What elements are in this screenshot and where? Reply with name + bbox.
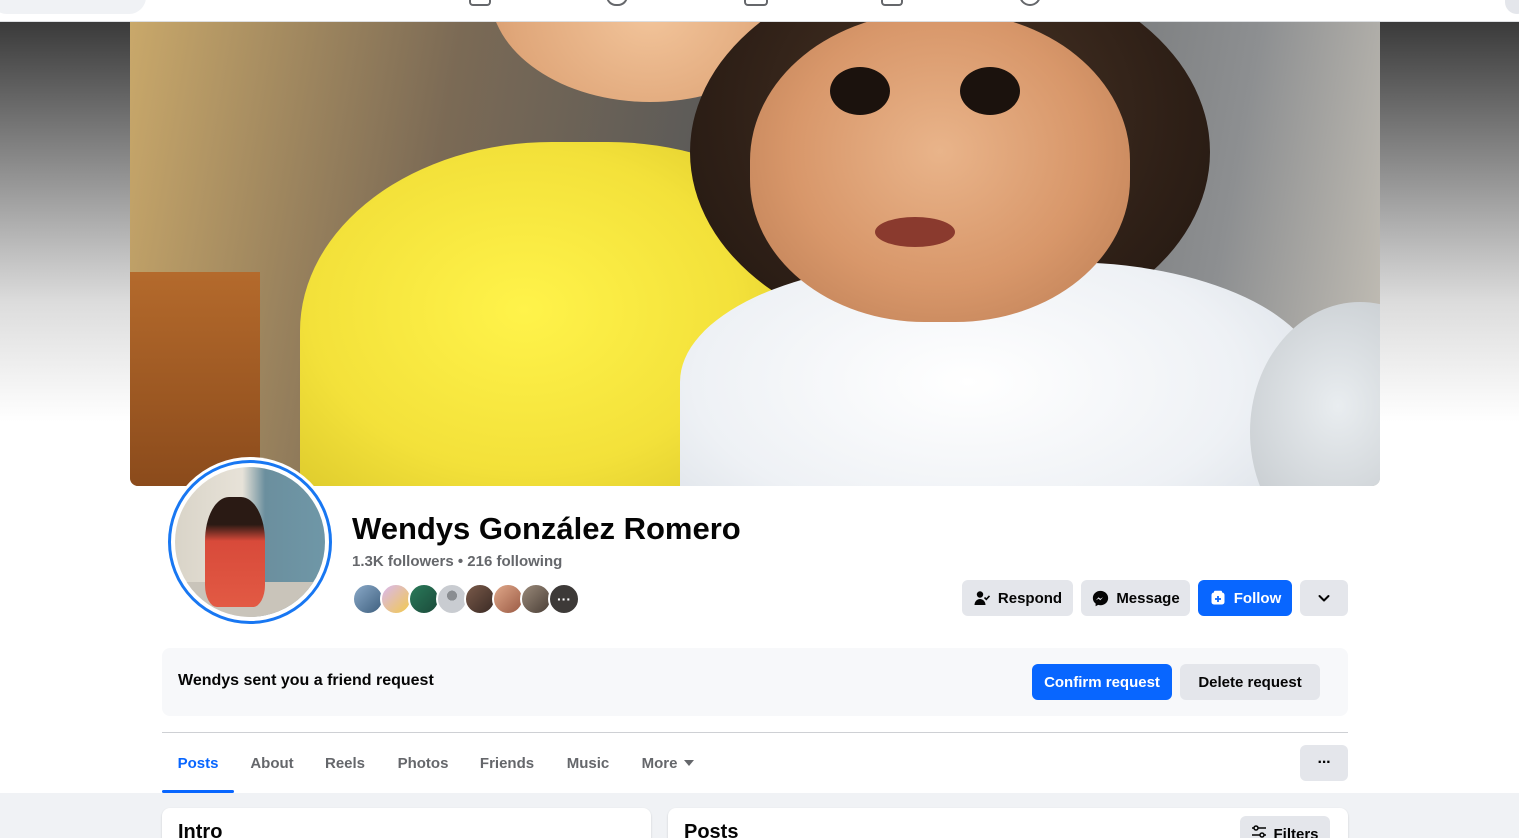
home-icon[interactable]: [469, 0, 491, 6]
more-mutual-friends[interactable]: ···: [548, 583, 580, 615]
cover-photo[interactable]: [130, 22, 1380, 486]
delete-request-label: Delete request: [1198, 673, 1302, 691]
tab-label: Friends: [479, 754, 535, 772]
confirm-request-label: Confirm request: [1044, 673, 1160, 691]
tab-label: Posts: [177, 754, 219, 772]
respond-button[interactable]: Respond: [962, 580, 1073, 616]
more-options-button[interactable]: ···: [1300, 745, 1348, 781]
message-label: Message: [1116, 589, 1180, 607]
messenger-icon: [1091, 589, 1109, 607]
tab-label: Photos: [397, 754, 449, 772]
profile-picture[interactable]: [165, 457, 335, 627]
menu-button[interactable]: [1505, 0, 1519, 14]
video-icon[interactable]: [744, 0, 768, 6]
top-navigation-bar: [0, 0, 1519, 22]
tab-posts[interactable]: Posts: [162, 733, 234, 793]
person-check-icon: [973, 589, 991, 607]
filters-label: Filters: [1273, 825, 1319, 838]
profile-dropdown-button[interactable]: [1300, 580, 1348, 616]
posts-card: Posts Filters: [668, 808, 1348, 838]
tab-label: Music: [566, 754, 610, 772]
intro-title: Intro: [178, 821, 223, 838]
caret-down-icon: [684, 760, 695, 766]
intro-card: Intro: [162, 808, 651, 838]
tab-reels[interactable]: Reels: [312, 733, 378, 793]
tab-about[interactable]: About: [238, 733, 306, 793]
tab-label: Reels: [324, 754, 366, 772]
follow-label: Follow: [1233, 589, 1282, 607]
marketplace-icon[interactable]: [881, 0, 903, 6]
avatar: [175, 467, 325, 617]
friend-request-text: Wendys sent you a friend request: [178, 672, 434, 689]
search-box[interactable]: [0, 0, 146, 14]
filters-button[interactable]: Filters: [1240, 816, 1330, 838]
respond-label: Respond: [997, 589, 1063, 607]
tab-label: More: [641, 754, 678, 772]
follow-icon: [1209, 589, 1227, 607]
friends-icon[interactable]: [606, 0, 628, 6]
tab-friends[interactable]: Friends: [466, 733, 548, 793]
groups-icon[interactable]: [1019, 0, 1041, 6]
message-button[interactable]: Message: [1081, 580, 1190, 616]
chevron-down-icon: [1315, 589, 1333, 607]
follow-button[interactable]: Follow: [1198, 580, 1292, 616]
story-ring: [168, 460, 332, 624]
more-options-icon: ···: [1317, 754, 1332, 771]
tab-label: About: [250, 754, 294, 772]
posts-title: Posts: [684, 821, 739, 838]
follower-stats[interactable]: 1.3K followers • 216 following: [352, 553, 562, 570]
filters-icon: [1251, 825, 1267, 838]
tab-photos[interactable]: Photos: [384, 733, 462, 793]
delete-request-button[interactable]: Delete request: [1180, 664, 1320, 700]
tab-music[interactable]: Music: [552, 733, 624, 793]
confirm-request-button[interactable]: Confirm request: [1032, 664, 1172, 700]
tab-more[interactable]: More: [628, 733, 708, 793]
profile-name: Wendys González Romero: [352, 511, 741, 546]
